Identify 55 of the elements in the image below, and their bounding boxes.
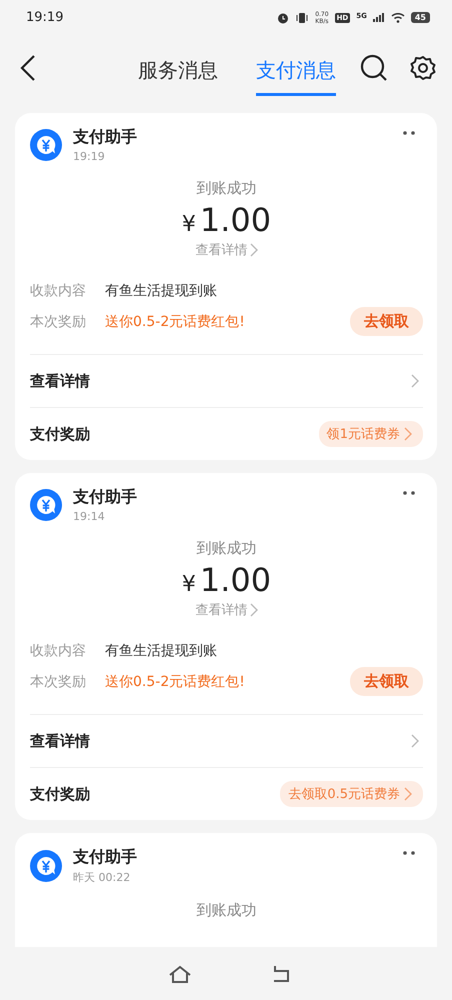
signal-icon xyxy=(372,13,385,22)
amount-text: 1.00 xyxy=(200,201,272,239)
message-time: 19:19 xyxy=(73,150,106,163)
message-time: 19:14 xyxy=(73,510,106,523)
back-icon[interactable] xyxy=(20,55,36,81)
chevron-right-icon xyxy=(404,787,412,801)
field-label: 收款内容 xyxy=(30,642,87,660)
field-label: 本次奖励 xyxy=(30,672,87,690)
row-label: 支付奖励 xyxy=(30,424,91,444)
field-value: 有鱼生活提现到账 xyxy=(105,282,218,300)
currency-symbol: ¥ xyxy=(182,572,196,597)
vibrate-icon xyxy=(295,12,310,24)
search-icon[interactable] xyxy=(360,54,388,82)
claim-button[interactable]: 去领取 xyxy=(350,667,423,696)
sender-name: 支付助手 xyxy=(73,847,138,868)
row-label: 查看详情 xyxy=(30,372,91,390)
sender-name: 支付助手 xyxy=(73,487,138,508)
message-time: 昨天 00:22 xyxy=(73,870,132,885)
more-icon[interactable] xyxy=(403,851,415,855)
sender-name: 支付助手 xyxy=(73,127,138,148)
status-text: 到账成功 xyxy=(196,539,256,558)
wifi-icon xyxy=(390,12,405,23)
reward-text: 送你0.5-2元话费红包! xyxy=(105,312,246,330)
more-icon[interactable] xyxy=(403,131,415,135)
coupon-tag[interactable]: 去领取0.5元话费券 xyxy=(280,781,423,807)
more-icon[interactable] xyxy=(403,491,415,495)
chevron-right-icon xyxy=(250,243,258,257)
clock-time: 19:19 xyxy=(26,10,64,25)
field-value: 有鱼生活提现到账 xyxy=(105,642,218,660)
field-label: 收款内容 xyxy=(30,282,87,300)
amount-text: 1.00 xyxy=(200,561,272,599)
row-label: 支付奖励 xyxy=(30,784,91,804)
chevron-right-icon xyxy=(404,427,412,441)
currency-symbol: ¥ xyxy=(182,212,196,237)
yuan-coin-icon xyxy=(30,850,62,882)
reward-text: 送你0.5-2元话费红包! xyxy=(105,672,246,690)
alarm-icon xyxy=(277,12,290,24)
tab[interactable]: 支付消息 xyxy=(256,46,336,96)
tab[interactable]: 服务消息 xyxy=(138,46,218,96)
field-label: 本次奖励 xyxy=(30,312,87,330)
row-label: 查看详情 xyxy=(30,732,91,750)
status-text: 到账成功 xyxy=(196,179,256,198)
claim-button[interactable]: 去领取 xyxy=(350,307,423,336)
details-link[interactable]: 查看详情 xyxy=(196,239,258,261)
settings-icon[interactable] xyxy=(410,55,436,81)
home-icon[interactable] xyxy=(168,964,192,982)
yuan-coin-icon xyxy=(30,129,62,161)
chevron-right-icon xyxy=(411,734,419,748)
chevron-right-icon xyxy=(250,603,258,617)
battery-level: 45 xyxy=(410,12,430,23)
coupon-tag[interactable]: 领1元话费券 xyxy=(318,421,423,447)
details-link[interactable]: 查看详情 xyxy=(196,599,258,621)
yuan-coin-icon xyxy=(30,489,62,521)
status-text: 到账成功 xyxy=(196,901,256,920)
chevron-right-icon xyxy=(411,374,419,388)
